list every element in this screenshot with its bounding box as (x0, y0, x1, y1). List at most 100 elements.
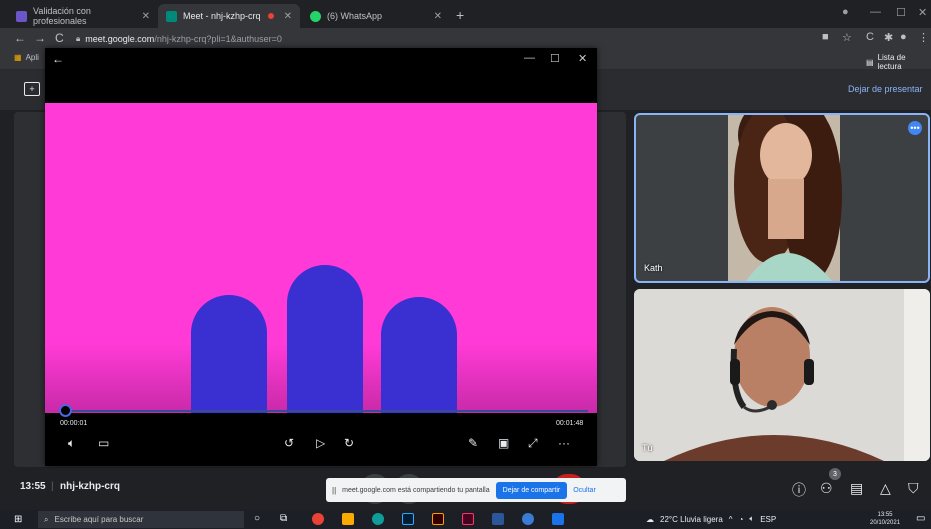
hide-banner-button[interactable]: Ocultar (573, 487, 596, 494)
meet-app-icon[interactable] (552, 513, 564, 525)
apps-label: Apli (25, 53, 39, 62)
reading-list[interactable]: ▤ Lista de lectura (866, 53, 931, 71)
stop-sharing-button[interactable]: Dejar de compartir (495, 481, 568, 499)
share-banner-text: meet.google.com está compartiendo tu pan… (342, 486, 490, 494)
chrome-icon[interactable] (312, 513, 324, 525)
browser-tab-strip: Validación con profesionales ✕ Meet - nh… (0, 0, 931, 28)
captions-icon[interactable]: ▭ (98, 436, 109, 450)
language-label[interactable]: ESP (760, 515, 776, 524)
reading-list-label: Lista de lectura (877, 53, 906, 71)
participant-name: Kath (644, 263, 663, 273)
tab-title: Meet - nhj-kzhp-crq (183, 11, 261, 21)
address-bar[interactable]: 🔒︎ meet.google.com/nhj-kzhp-crq?pli=1&au… (76, 31, 816, 47)
minimize-icon[interactable]: — (524, 52, 535, 64)
participant-name: Tú (642, 443, 653, 453)
forward-icon[interactable]: → (34, 31, 46, 45)
close-icon[interactable]: ✕ (434, 11, 442, 22)
current-time: 00:00:01 (60, 420, 88, 427)
avatar[interactable]: ● (900, 31, 907, 43)
close-icon[interactable]: ✕ (142, 11, 150, 22)
meeting-time: 13:55 (20, 481, 46, 492)
menu-icon[interactable]: ⋮ (918, 31, 929, 44)
photoshop-icon[interactable] (402, 513, 414, 525)
participant-video (634, 289, 930, 461)
video-frame[interactable] (45, 103, 597, 413)
activities-icon[interactable]: △ (880, 480, 891, 497)
back-icon[interactable]: ← (52, 52, 64, 66)
recording-icon (267, 13, 274, 19)
weather-text: 22°C Lluvia ligera (660, 514, 723, 524)
maximize-icon[interactable]: ☐ (896, 6, 906, 19)
meeting-code: nhj-kzhp-crq (60, 481, 120, 492)
camera-icon[interactable]: ■ (822, 31, 829, 43)
clock-date: 20/10/2021 (870, 520, 901, 526)
duration: 00:01:48 (556, 420, 584, 427)
search-icon: ⌕ (44, 514, 49, 524)
windows-start-icon[interactable]: ⊞ (14, 514, 22, 525)
cortana-icon[interactable]: ○ (254, 513, 266, 525)
stop-presenting-button[interactable]: Dejar de presentar (848, 84, 923, 94)
profile-icon[interactable]: ● (842, 6, 849, 18)
participant-tile-self[interactable]: Tú (634, 289, 930, 461)
info-icon[interactable]: ⓘ (792, 480, 806, 500)
video-shape-middle (287, 265, 363, 413)
volume-icon[interactable]: 🔈︎ (68, 436, 75, 451)
word-icon[interactable] (492, 513, 504, 525)
mini-view-icon[interactable]: ▣ (498, 436, 509, 450)
present-screen-icon: + (24, 82, 40, 96)
back-icon[interactable]: ← (14, 31, 26, 45)
participant-tile-kath[interactable]: ••• Kath (634, 113, 930, 283)
participants-count-badge: 3 (829, 468, 841, 480)
video-shape-left (191, 295, 267, 413)
tab-meet[interactable]: Meet - nhj-kzhp-crq ✕ (158, 4, 300, 28)
play-icon[interactable]: ▷ (316, 436, 325, 450)
system-tray: ☁ 22°C Lluvia ligera ^ ◔ 🔈︎ ESP (646, 514, 776, 524)
taskbar-clock[interactable]: 13:55 20/10/2021 (870, 511, 900, 527)
task-view-icon[interactable]: ⧉ (280, 513, 292, 525)
separator: | (51, 481, 54, 492)
new-tab-icon[interactable]: + (456, 7, 464, 23)
weather-icon: ☁ (646, 514, 654, 524)
bookmark-apps[interactable]: ▦ Apli (14, 53, 39, 62)
chat-icon[interactable]: ▤ (850, 480, 863, 497)
minimize-icon[interactable]: — (870, 6, 881, 18)
form-icon (16, 10, 27, 22)
tab-validacion[interactable]: Validación con profesionales ✕ (8, 4, 158, 28)
host-controls-icon[interactable]: ⛉ (908, 480, 919, 497)
people-icon[interactable]: ⚇ (820, 480, 833, 497)
close-window-icon[interactable]: ✕ (918, 6, 927, 19)
tab-title: Validación con profesionales (33, 6, 91, 26)
wifi-icon[interactable]: ◔ (739, 515, 744, 524)
participant-video (728, 115, 842, 281)
more-options-icon[interactable]: ••• (908, 121, 922, 135)
edge-icon[interactable] (372, 513, 384, 525)
app-icon[interactable] (522, 513, 534, 525)
file-explorer-icon[interactable] (342, 513, 354, 525)
puzzle-icon[interactable]: ✱ (884, 31, 893, 44)
more-icon[interactable]: ··· (558, 436, 570, 450)
star-icon[interactable]: ☆ (842, 31, 852, 44)
chevron-up-icon[interactable]: ^ (729, 515, 733, 524)
taskbar-search[interactable]: ⌕ Escribe aquí para buscar (38, 511, 244, 528)
fullscreen-icon[interactable]: ⤢ (528, 436, 538, 451)
pen-icon[interactable]: ✎ (468, 436, 478, 450)
search-placeholder: Escribe aquí para buscar (54, 515, 144, 524)
apps-icon: ▦ (14, 53, 22, 62)
pause-icon: || (332, 485, 337, 495)
video-shape-right (381, 297, 457, 413)
illustrator-icon[interactable] (432, 513, 444, 525)
maximize-icon[interactable]: ☐ (550, 52, 560, 65)
notifications-icon[interactable]: ▭ (916, 513, 925, 524)
volume-icon[interactable]: 🔈︎ (749, 514, 754, 524)
lock-icon: 🔒︎ (76, 34, 81, 43)
indesign-icon[interactable] (462, 513, 474, 525)
rewind-10-icon[interactable]: ↺ (284, 436, 294, 450)
close-icon[interactable]: ✕ (284, 11, 292, 22)
tab-whatsapp[interactable]: (6) WhatsApp ✕ (302, 4, 450, 28)
close-icon[interactable]: ✕ (578, 52, 587, 65)
seek-bar[interactable] (60, 410, 588, 412)
reload-icon[interactable]: C (55, 31, 64, 45)
forward-30-icon[interactable]: ↻ (344, 436, 354, 450)
extension-icon[interactable]: C (866, 31, 874, 43)
whatsapp-icon (310, 10, 321, 22)
